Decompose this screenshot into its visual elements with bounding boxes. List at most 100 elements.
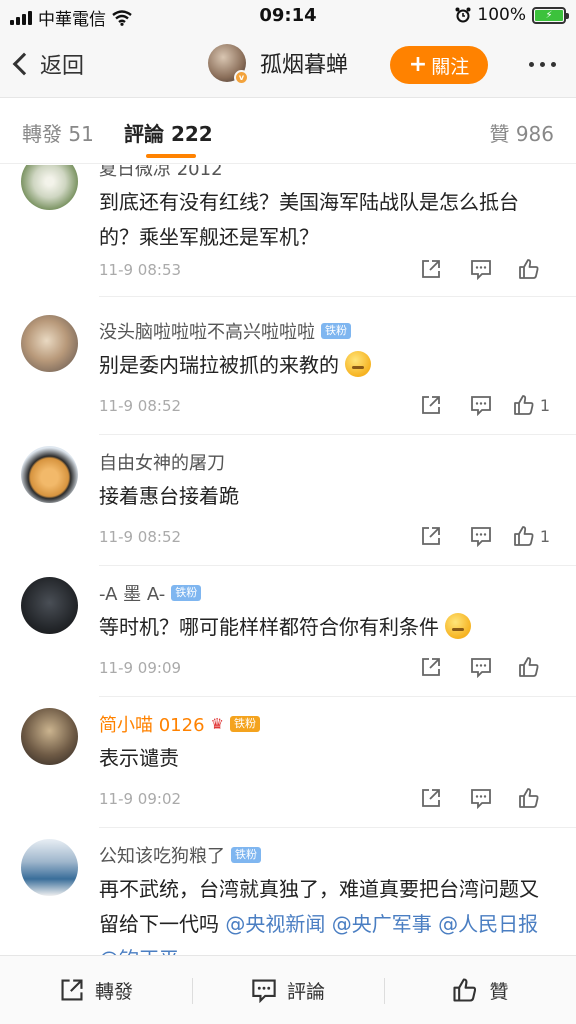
comment-time: 11-9 08:52 [99,397,182,415]
avatar[interactable] [21,315,78,372]
back-label: 返回 [40,54,85,79]
divider [99,296,576,297]
bottom-action-bar: 轉發 評論 贊 [0,955,576,1024]
share-icon [422,527,440,545]
reply-button[interactable] [456,392,506,418]
thumbs-up-icon [514,526,534,546]
share-icon [422,789,440,807]
like-count: 1 [539,395,551,415]
thumbs-up-icon [519,259,539,279]
comment-text: 别是委内瑞拉被抓的来教的 [99,348,556,383]
avatar[interactable] [21,577,78,634]
divider [99,434,576,435]
share-button[interactable] [406,785,456,811]
comment-text: 到底还有没有红线？美国海军陆战队是怎么抵台的？乘坐军舰还是军机？ [99,190,519,249]
back-button[interactable]: 返回 [12,48,85,80]
comment-icon [471,260,491,280]
fan-badge: 铁粉 [171,585,202,601]
share-icon [422,658,440,676]
like-button[interactable]: 贊 [384,956,576,1024]
share-icon [422,396,440,414]
follow-button[interactable]: + 關注 [390,46,488,84]
follow-label: 關注 [431,55,470,78]
status-bar: 中華電信 09:14 100% ⚡ [0,0,576,32]
repost-button[interactable]: 轉發 [0,956,192,1024]
more-icon[interactable] [529,62,556,67]
repost-label: 轉發 [94,980,133,1003]
comment-author[interactable]: 自由女神的屠刀 [99,449,556,475]
comment-icon [471,658,491,678]
thumbs-up-icon [519,788,539,808]
comment-author[interactable]: 夏日微凉 2012 [99,165,556,181]
comment-text: 再不武统，台湾就真独了，难道真要把台湾问题又留给下一代吗 @央视新闻 @央广军事… [99,872,556,955]
share-icon [422,260,440,278]
like-button[interactable] [506,256,556,282]
share-button[interactable] [406,256,456,282]
thumbs-up-icon [514,395,534,415]
nav-bar: 返回 v 孤烟暮蝉 + 關注 [0,32,576,98]
comment-text: 表示谴责 [99,746,179,770]
comment-author[interactable]: -A 墨 A- 铁粉 [99,580,556,606]
comment-time: 11-9 08:53 [99,261,182,279]
mention-link[interactable]: @央广军事 [332,912,432,936]
fan-badge: 铁粉 [321,323,351,339]
tab-comments[interactable]: 評論 222 [124,118,213,147]
comment-icon [471,789,491,809]
like-label: 贊 [489,980,509,1003]
reply-button[interactable] [456,256,506,282]
sleepy-emoji-icon [345,351,372,377]
avatar[interactable] [21,708,78,765]
like-button[interactable]: 1 [506,523,556,549]
mention-link[interactable]: @钧正平 [99,947,179,955]
share-button[interactable] [406,654,456,680]
tab-indicator [146,154,196,158]
divider [99,696,576,697]
reply-button[interactable] [456,785,506,811]
mention-link[interactable]: @央视新闻 [225,912,325,936]
reply-button[interactable] [456,654,506,680]
nav-title: 孤烟暮蝉 [260,53,349,78]
tab-repost[interactable]: 轉發 51 [22,118,94,147]
thumbs-up-icon [519,657,539,677]
share-button[interactable] [406,392,456,418]
heart-crown-icon: ♛ [210,715,224,733]
like-count: 1 [539,526,551,546]
share-button[interactable] [406,523,456,549]
comment-icon [471,396,491,416]
comment-author[interactable]: 没头脑啦啦啦不高兴啦啦啦 铁粉 [99,318,556,344]
alarm-icon [455,7,471,23]
like-button[interactable] [506,785,556,811]
verified-icon: v [234,70,249,85]
battery-percent: 100% [477,5,526,25]
tab-bar: 轉發 51 評論 222 贊 986 [0,98,576,164]
like-button[interactable] [506,654,556,680]
fan-badge: 铁粉 [229,716,260,732]
share-icon [61,979,83,1001]
comment-button[interactable]: 評論 [192,956,384,1024]
avatar[interactable]: v [208,44,249,85]
comment-time: 11-9 08:52 [99,528,182,546]
comment-time: 11-9 09:02 [99,790,182,808]
fan-badge: 铁粉 [231,847,261,863]
comment-text: 接着惠台接着跪 [99,484,239,508]
thumbs-up-icon [453,978,477,1002]
battery-icon: ⚡ [532,6,569,24]
plus-icon: + [408,52,428,77]
comment-icon [471,527,491,547]
divider [99,827,576,828]
comment-author[interactable]: 公知该吃狗粮了 铁粉 [99,842,556,868]
chevron-left-icon [12,52,36,76]
avatar[interactable] [21,165,78,210]
mention-link[interactable]: @人民日报 [438,912,538,936]
comment-text: 等时机？哪可能样样都符合你有利条件 [99,610,556,645]
like-button[interactable]: 1 [506,392,556,418]
comment-list[interactable]: 夏日微凉 2012 到底还有没有红线？美国海军陆战队是怎么抵台的？乘坐军舰还是军… [0,165,576,955]
reply-button[interactable] [456,523,506,549]
nav-user[interactable]: v 孤烟暮蝉 [208,44,349,85]
comment-icon [252,979,276,1003]
tab-likes[interactable]: 贊 986 [489,118,554,147]
avatar[interactable] [21,839,78,896]
avatar[interactable] [21,446,78,503]
comment-author[interactable]: 简小喵 0126 ♛ 铁粉 [99,711,556,737]
comment-label: 評論 [286,980,325,1003]
